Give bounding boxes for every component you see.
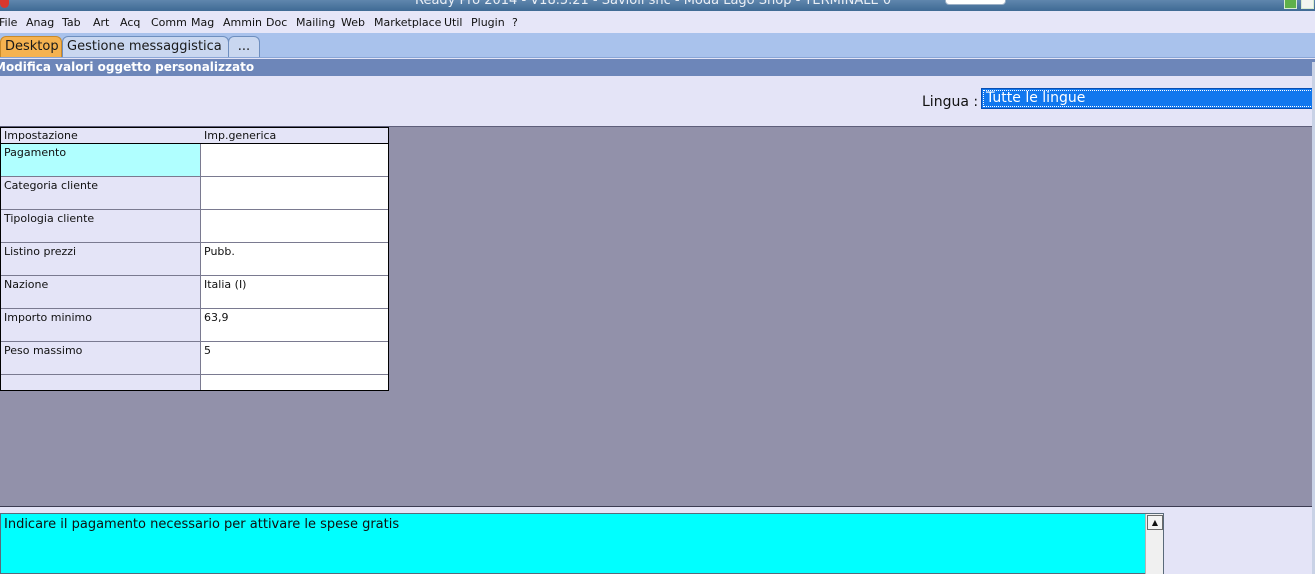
value-cell[interactable]: 5 — [201, 342, 388, 374]
value-cell[interactable]: 63,9 — [201, 309, 388, 341]
menu-file[interactable]: File — [0, 16, 17, 29]
column-header-impostazione[interactable]: Impostazione — [4, 129, 78, 142]
language-label: Lingua : — [922, 94, 979, 110]
value-cell[interactable] — [201, 144, 388, 176]
grid-row-new[interactable] — [1, 375, 388, 390]
menu-marketplace[interactable]: Marketplace — [374, 16, 441, 29]
language-row: Lingua : Tutte le lingue — [0, 77, 1315, 126]
setting-cell[interactable]: Listino prezzi — [1, 243, 201, 275]
menu-bar: File Anag Tab Art Acq Comm Mag Ammin Doc… — [0, 11, 1315, 33]
setting-cell[interactable]: Nazione — [1, 276, 201, 308]
scroll-up-icon[interactable]: ▲ — [1147, 515, 1163, 530]
setting-cell[interactable]: Categoria cliente — [1, 177, 201, 209]
column-header-imp-generica[interactable]: Imp.generica — [204, 129, 276, 142]
tab-gestione-messaggistica[interactable]: Gestione messaggistica — [62, 36, 229, 57]
setting-cell[interactable]: Peso massimo — [1, 342, 201, 374]
window-title: Ready Pro 2014 - V18.5.21 - Savioli snc … — [415, 0, 892, 8]
settings-grid: Impostazione Imp.generica Pagamento Cate… — [0, 127, 389, 391]
menu-util[interactable]: Util — [444, 16, 462, 29]
menu-doc[interactable]: Doc — [266, 16, 287, 29]
section-title: Modifica valori oggetto personalizzato — [0, 60, 255, 74]
title-bar: Ready Pro 2014 - V18.5.21 - Savioli snc … — [0, 0, 1315, 11]
section-header: Modifica valori oggetto personalizzato — [0, 59, 1315, 76]
menu-mag[interactable]: Mag — [191, 16, 214, 29]
app-icon[interactable] — [0, 0, 9, 8]
tab-strip: Desktop Gestione messaggistica ... — [0, 33, 1315, 58]
tab-more[interactable]: ... — [228, 36, 260, 57]
grid-row-listino-prezzi[interactable]: Listino prezzi Pubb. — [1, 243, 388, 276]
minimize-button[interactable] — [1284, 0, 1297, 9]
value-cell[interactable] — [201, 210, 388, 242]
menu-help[interactable]: ? — [512, 16, 518, 29]
menu-art[interactable]: Art — [93, 16, 109, 29]
maximize-button[interactable] — [1301, 0, 1314, 9]
setting-cell[interactable]: Importo minimo — [1, 309, 201, 341]
setting-cell[interactable] — [1, 375, 201, 390]
title-search-box[interactable] — [945, 0, 1006, 5]
menu-plugin[interactable]: Plugin — [471, 16, 505, 29]
value-cell[interactable] — [201, 177, 388, 209]
value-cell[interactable]: Pubb. — [201, 243, 388, 275]
grid-row-peso-massimo[interactable]: Peso massimo 5 — [1, 342, 388, 375]
menu-comm[interactable]: Comm — [151, 16, 187, 29]
menu-acq[interactable]: Acq — [120, 16, 140, 29]
setting-cell[interactable]: Tipologia cliente — [1, 210, 201, 242]
grid-header: Impostazione Imp.generica — [1, 128, 388, 144]
grid-row-categoria-cliente[interactable]: Categoria cliente — [1, 177, 388, 210]
menu-web[interactable]: Web — [341, 16, 365, 29]
menu-mailing[interactable]: Mailing — [296, 16, 335, 29]
grid-row-importo-minimo[interactable]: Importo minimo 63,9 — [1, 309, 388, 342]
language-select[interactable]: Tutte le lingue — [981, 88, 1315, 109]
setting-cell[interactable]: Pagamento — [1, 144, 201, 176]
description-box[interactable]: Indicare il pagamento necessario per att… — [0, 513, 1164, 574]
menu-ammin[interactable]: Ammin — [223, 16, 262, 29]
description-scrollbar[interactable]: ▲ — [1145, 514, 1163, 574]
menu-tab[interactable]: Tab — [62, 16, 81, 29]
menu-anag[interactable]: Anag — [26, 16, 54, 29]
tab-desktop[interactable]: Desktop — [0, 36, 62, 57]
grid-row-nazione[interactable]: Nazione Italia (I) — [1, 276, 388, 309]
grid-row-tipologia-cliente[interactable]: Tipologia cliente — [1, 210, 388, 243]
value-cell[interactable]: Italia (I) — [201, 276, 388, 308]
grid-row-pagamento[interactable]: Pagamento — [1, 144, 388, 177]
value-cell[interactable] — [201, 375, 388, 390]
